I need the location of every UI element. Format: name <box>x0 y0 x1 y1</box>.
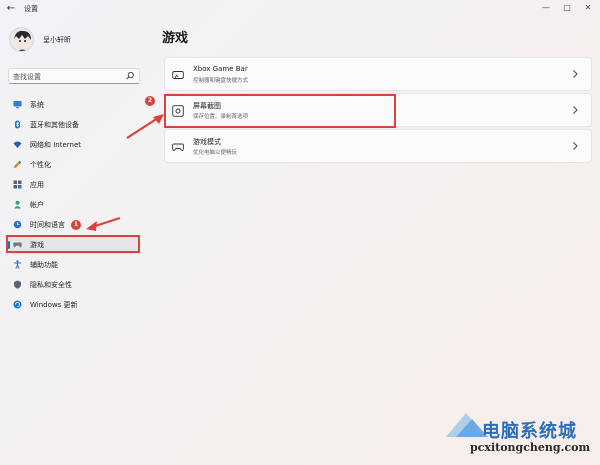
card-xbox-game-bar[interactable]: Xbox Game Bar 控制器和键盘快捷方式 <box>164 57 592 91</box>
sidebar-item-accounts[interactable]: 帐户 <box>8 196 140 214</box>
chevron-right-icon <box>573 70 578 78</box>
game-bar-icon <box>172 71 184 79</box>
bluetooth-icon <box>15 120 20 129</box>
globe-clock-icon <box>13 220 22 229</box>
sidebar-item-label: Windows 更新 <box>30 301 78 309</box>
chevron-right-icon <box>573 142 578 150</box>
sidebar-item-bluetooth[interactable]: 蓝牙和其他设备 <box>8 116 140 134</box>
search-input[interactable] <box>13 71 123 82</box>
step-badge-1: 1 <box>71 220 81 230</box>
minimize-button[interactable]: — <box>536 1 556 15</box>
watermark-url: pcxitongcheng.com <box>470 441 591 454</box>
sidebar-item-privacy[interactable]: 隐私和安全性 <box>8 276 140 294</box>
game-mode-icon <box>172 143 184 151</box>
sidebar-item-system[interactable]: 系统 <box>8 96 140 114</box>
sidebar-item-label: 蓝牙和其他设备 <box>30 121 79 129</box>
title-bar: ← 设置 — □ ✕ <box>0 0 600 18</box>
update-icon <box>13 300 22 309</box>
card-subtitle: 控制器和键盘快捷方式 <box>193 78 249 84</box>
sidebar-item-apps[interactable]: 应用 <box>8 176 140 194</box>
monitor-icon <box>13 101 22 109</box>
pencil-icon <box>14 160 22 168</box>
card-game-mode[interactable]: 游戏模式 优化电脑以便畅玩 <box>164 129 592 163</box>
avatar <box>9 27 34 52</box>
back-arrow-icon[interactable]: ← <box>5 3 17 15</box>
search-box[interactable] <box>8 68 140 84</box>
user-name: 呈小轩昕 <box>43 36 71 44</box>
wifi-icon <box>13 141 22 148</box>
sidebar-item-label: 隐私和安全性 <box>30 281 72 289</box>
sidebar-item-label: 网络和 Internet <box>30 141 82 149</box>
chevron-right-icon <box>573 106 578 114</box>
card-title: Xbox Game Bar <box>193 65 248 73</box>
app-title: 设置 <box>24 5 38 13</box>
card-subtitle: 优化电脑以便畅玩 <box>193 150 238 156</box>
watermark-title: 电脑系统城 <box>482 421 577 442</box>
close-button[interactable]: ✕ <box>578 1 598 15</box>
apps-icon <box>13 180 22 189</box>
maximize-button[interactable]: □ <box>557 1 577 15</box>
sidebar-item-label: 辅助功能 <box>30 261 58 269</box>
watermark: 电脑系统城 pcxitongcheng.com <box>442 407 592 459</box>
card-title: 游戏模式 <box>193 138 221 146</box>
highlight-box-screen-capture <box>164 94 396 128</box>
sidebar-item-network[interactable]: 网络和 Internet <box>8 136 140 154</box>
shield-icon <box>14 280 21 289</box>
sidebar-item-personalization[interactable]: 个性化 <box>8 156 140 174</box>
sidebar-item-label: 帐户 <box>30 201 44 209</box>
search-icon[interactable] <box>125 71 135 81</box>
accessibility-icon <box>13 260 22 269</box>
person-icon <box>14 200 21 209</box>
step-badge-2: 2 <box>145 96 155 106</box>
sidebar-item-label: 时间和语言 <box>30 221 65 229</box>
sidebar-item-windows-update[interactable]: Windows 更新 <box>8 296 140 314</box>
sidebar-item-label: 应用 <box>30 181 44 189</box>
highlight-box-gaming <box>6 235 140 253</box>
sidebar-item-accessibility[interactable]: 辅助功能 <box>8 256 140 274</box>
page-title: 游戏 <box>162 31 189 46</box>
sidebar-item-label: 个性化 <box>30 161 51 169</box>
sidebar-item-label: 系统 <box>30 101 44 109</box>
